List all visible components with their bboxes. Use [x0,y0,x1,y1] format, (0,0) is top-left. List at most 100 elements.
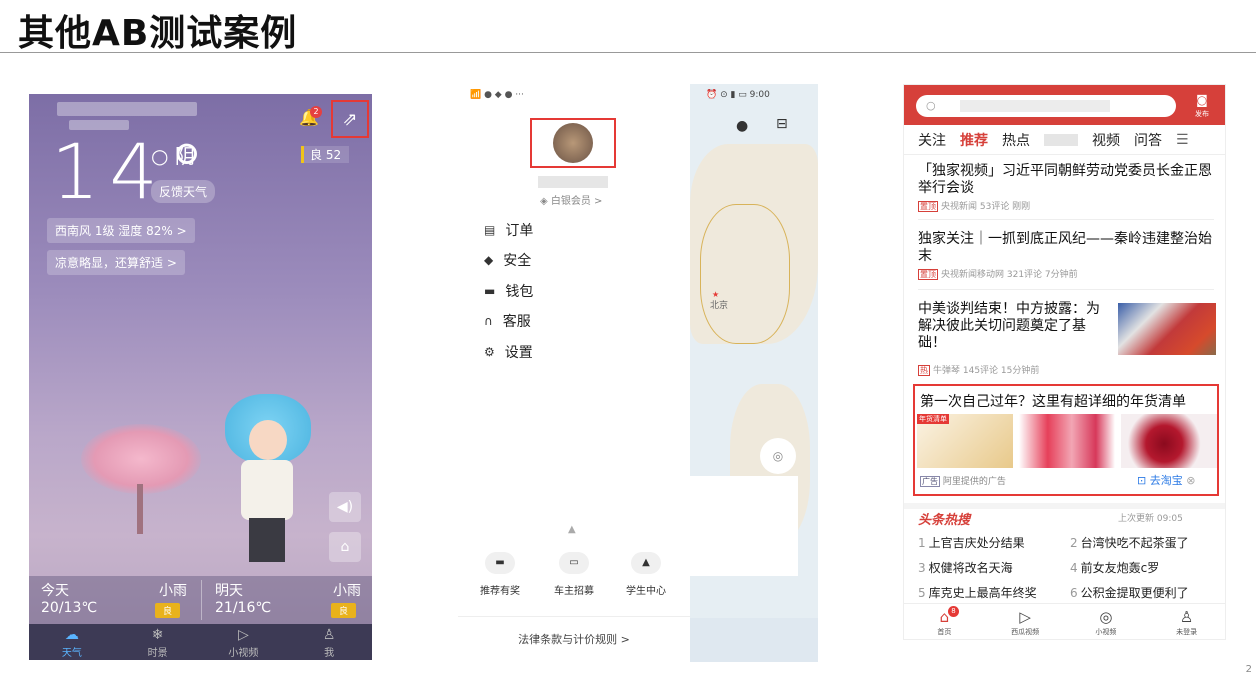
shortcut-driver-recruit[interactable]: ▭ 车主招募 [542,552,606,597]
weather-condition: ○ 阴 [151,144,195,168]
menu-item-settings[interactable]: ⚙ 设置 [484,342,533,362]
member-level[interactable]: ◈ 白银会员 > [540,192,602,207]
news-headline[interactable]: 中美谈判结束！中方披露：为解决彼此关切问题奠定了基础！ [918,301,1112,352]
tab-short-video[interactable]: ▷ 小视频 [201,624,287,660]
tab-video[interactable]: 视频 [1092,130,1120,150]
play-icon: ▷ [237,627,249,643]
notification-badge: 2 [310,106,322,118]
ad-cta-label: 去淘宝 [1149,474,1183,487]
shortcut-referral[interactable]: ▬ 推荐有奖 [468,552,532,597]
character-body [241,460,293,520]
user-icon: ♙ [1179,608,1194,626]
weather-screenshot: 🔔 2 ⇗ 14° ○ 阴 反馈天气 良 52 西南风 1级 湿度 82% > … [29,94,372,660]
map-border [700,204,790,344]
chevron-up-icon[interactable]: ▲ [568,524,576,535]
shortcut-label: 学生中心 [626,586,666,597]
hot-item[interactable]: 3 权健将改名天海 [918,559,1013,576]
tab-scenes[interactable]: ❄ 时景 [115,624,201,660]
feedback-weather-button[interactable]: 反馈天气 [151,180,216,203]
forecast-weather: 小雨 [159,583,187,599]
news-headline[interactable]: 独家关注｜一抓到底正风纪——秦岭违建整治始末 [918,231,1216,265]
pinned-tag: 置顶 [918,269,938,280]
avatar [553,123,593,163]
search-input[interactable]: ○ [916,95,1176,117]
cart-icon: ⊡ [1137,474,1147,487]
news-thumbnail[interactable] [1118,303,1216,355]
locate-button[interactable]: ◎ [760,438,796,474]
weather-tabbar: ☁ 天气 ❄ 时景 ▷ 小视频 ♙ 我 [29,624,372,660]
hot-rank: 6 [1070,586,1078,600]
map-city-label: 北京 [710,301,729,311]
hot-text: 上官吉庆处分结果 [928,536,1025,550]
message-icon[interactable]: ● [736,118,748,134]
ad-source-text: 阿里提供的广告 [942,477,1006,487]
forecast-day: 今天 [41,583,69,599]
ad-card[interactable]: 第一次自己过年？这里有超详细的年货清单 年货清单 广告 阿里提供的广告 ⊡ 去淘… [913,384,1219,496]
speaker-button[interactable]: ◀) [329,492,361,522]
news-meta: 热牛弹琴 145评论 15分钟前 [918,363,1039,376]
status-bar-left: 📶 ● ◆ ● ··· [470,90,524,100]
menu-icon[interactable]: ☰ [1176,132,1189,148]
news-bottom-bar: ⌂ 8 首页 ▷ 西瓜视频 ◎ 小视频 ♙ 未登录 [904,603,1225,639]
pinned-tag: 置顶 [918,201,938,212]
tab-recommend[interactable]: 推荐 [960,130,988,150]
member-label: 白银会员 > [550,196,603,207]
tab-hot[interactable]: 热点 [1002,130,1030,150]
avatar-button[interactable] [530,118,616,168]
hot-item[interactable]: 5 库克史上最高年终奖 [918,584,1037,601]
share-button[interactable]: ⇗ [331,100,369,138]
ad-title: 第一次自己过年？这里有超详细的年货清单 [920,394,1186,410]
shortcut-label: 推荐有奖 [480,586,520,597]
tab-follow[interactable]: 关注 [918,130,946,150]
hot-item[interactable]: 6 公积金提取更便利了 [1070,584,1189,601]
aqi-badge[interactable]: 良 52 [301,146,350,163]
tab-xigua-video[interactable]: ▷ 西瓜视频 [985,604,1066,639]
forecast-temps: 20/13℃ [41,600,98,616]
comfort-chip[interactable]: 凉意略显，还算舒适 > [47,250,185,275]
ad-source: 广告 阿里提供的广告 [920,474,1006,487]
hot-text: 库克史上最高年终奖 [928,586,1037,600]
hot-text: 权健将改名天海 [928,561,1013,575]
location-blur [57,102,197,116]
hot-text: 前女友炮轰c罗 [1080,561,1160,575]
tab-qa[interactable]: 问答 [1134,130,1162,150]
status-bar-right: ⏰ ⊙ ▮ ▭ 9:00 [706,90,770,100]
tab-label: 小视频 [1095,628,1117,636]
menu-item-orders[interactable]: ▤ 订单 [484,220,533,240]
hot-item[interactable]: 4 前女友炮轰c罗 [1070,559,1159,576]
menu-label: 设置 [504,345,533,361]
menu-item-security[interactable]: ◆ 安全 [484,250,531,270]
ad-cta-button[interactable]: ⊡ 去淘宝 ⊗ [1137,472,1195,488]
tab-home[interactable]: ⌂ 8 首页 [904,604,985,639]
hot-search-title: 头条热搜 [918,513,971,528]
menu-item-wallet[interactable]: ▬ 钱包 [484,281,533,301]
tab-short-video[interactable]: ◎ 小视频 [1066,604,1147,639]
menu-item-service[interactable]: ∩ 客服 [484,311,531,331]
divider [918,219,1214,220]
character-face [249,420,287,460]
menu-label: 订单 [505,223,534,239]
map-footer [690,618,818,662]
home-button[interactable]: ⌂ [329,532,361,562]
hot-text: 台湾快吃不起茶蛋了 [1080,536,1189,550]
map-card [690,476,798,576]
tab-weather[interactable]: ☁ 天气 [29,624,115,660]
divider [918,289,1214,290]
tree-trunk [137,484,143,534]
news-topbar: ○ ◙ 发布 [904,85,1225,125]
hot-rank: 3 [918,561,926,575]
close-icon[interactable]: ⊗ [1186,474,1195,487]
tab-profile[interactable]: ♙ 未登录 [1146,604,1225,639]
news-meta: 置顶 央视新闻 53评论 刚刚 [918,199,1030,212]
hot-item[interactable]: 1 上官吉庆处分结果 [918,534,1025,551]
publish-button[interactable]: ◙ 发布 [1188,93,1216,119]
wind-humidity-chip[interactable]: 西南风 1级 湿度 82% > [47,218,195,243]
title-divider [0,52,1256,53]
tab-me[interactable]: ♙ 我 [286,624,372,660]
menu-label: 钱包 [505,284,534,300]
hot-item[interactable]: 2 台湾快吃不起茶蛋了 [1070,534,1189,551]
scan-icon[interactable]: ⊟ [776,116,788,132]
news-headline[interactable]: 「独家视频」习近平同朝鲜劳动党委员长金正恩举行会谈 [918,163,1216,197]
shortcut-student-center[interactable]: ▲ 学生中心 [614,552,678,597]
legal-link[interactable]: 法律条款与计价规则 > [458,616,690,662]
